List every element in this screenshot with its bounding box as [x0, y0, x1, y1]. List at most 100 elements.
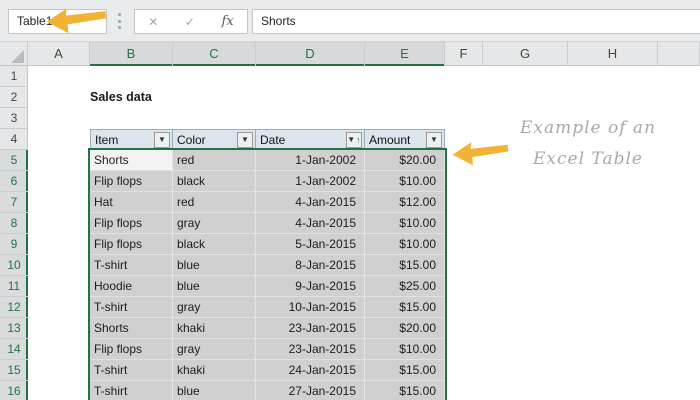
- cell[interactable]: Flip flops: [90, 339, 173, 360]
- cancel-icon[interactable]: ✕: [148, 15, 158, 29]
- row-header-10[interactable]: 10: [0, 255, 28, 276]
- table-row: T-shirtgray10-Jan-2015$15.00: [90, 297, 445, 318]
- name-box[interactable]: Table1: [8, 9, 107, 34]
- cell[interactable]: T-shirt: [90, 255, 173, 276]
- row-header-7[interactable]: 7: [0, 192, 28, 213]
- cell[interactable]: red: [173, 150, 256, 171]
- cell[interactable]: blue: [173, 255, 256, 276]
- row-header-15[interactable]: 15: [0, 360, 28, 381]
- row-header-4[interactable]: 4: [0, 129, 28, 150]
- cell[interactable]: T-shirt: [90, 360, 173, 381]
- cell[interactable]: Flip flops: [90, 171, 173, 192]
- table-row: Flip flopsgray23-Jan-2015$10.00: [90, 339, 445, 360]
- cell[interactable]: $20.00: [365, 150, 445, 171]
- cell[interactable]: $15.00: [365, 255, 445, 276]
- row-header-2[interactable]: 2: [0, 87, 28, 108]
- table-row: T-shirtblue27-Jan-2015$15.00: [90, 381, 445, 400]
- cell[interactable]: $10.00: [365, 339, 445, 360]
- cell[interactable]: 9-Jan-2015: [256, 276, 365, 297]
- corner-triangle-icon: [11, 50, 24, 63]
- cell[interactable]: red: [173, 192, 256, 213]
- cell-sales-data-title[interactable]: Sales data: [90, 87, 152, 108]
- column-header-c[interactable]: C: [173, 42, 256, 66]
- cell[interactable]: Flip flops: [90, 213, 173, 234]
- cell[interactable]: blue: [173, 276, 256, 297]
- cell[interactable]: $25.00: [365, 276, 445, 297]
- cell[interactable]: Hoodie: [90, 276, 173, 297]
- cell[interactable]: 1-Jan-2002: [256, 150, 365, 171]
- cell[interactable]: black: [173, 234, 256, 255]
- enter-icon[interactable]: ✓: [185, 15, 195, 29]
- filter-button-item[interactable]: ▼: [154, 132, 170, 148]
- column-header-h[interactable]: H: [568, 42, 658, 66]
- cell[interactable]: $12.00: [365, 192, 445, 213]
- cell[interactable]: $10.00: [365, 234, 445, 255]
- sort-ascending-icon: ↑: [357, 136, 361, 145]
- cell[interactable]: 23-Jan-2015: [256, 318, 365, 339]
- table-header-color[interactable]: Color▼: [173, 129, 256, 150]
- cell[interactable]: Shorts: [90, 150, 173, 171]
- cell[interactable]: 8-Jan-2015: [256, 255, 365, 276]
- select-all-corner[interactable]: [0, 42, 28, 66]
- insert-function-icon[interactable]: fx: [222, 14, 234, 29]
- cell[interactable]: gray: [173, 297, 256, 318]
- column-header-b[interactable]: B: [90, 42, 173, 66]
- formula-bar-separator: [117, 13, 121, 29]
- cell[interactable]: 27-Jan-2015: [256, 381, 365, 400]
- cell[interactable]: gray: [173, 213, 256, 234]
- cell[interactable]: Hat: [90, 192, 173, 213]
- column-header-a[interactable]: A: [28, 42, 90, 66]
- table-row: T-shirtblue8-Jan-2015$15.00: [90, 255, 445, 276]
- cell[interactable]: T-shirt: [90, 297, 173, 318]
- filter-button-amount[interactable]: ▼: [426, 132, 442, 148]
- row-header-12[interactable]: 12: [0, 297, 28, 318]
- cell[interactable]: 1-Jan-2002: [256, 171, 365, 192]
- cell[interactable]: Flip flops: [90, 234, 173, 255]
- cell[interactable]: 4-Jan-2015: [256, 192, 365, 213]
- row-header-6[interactable]: 6: [0, 171, 28, 192]
- row-header-5[interactable]: 5: [0, 150, 28, 171]
- cell[interactable]: $15.00: [365, 297, 445, 318]
- column-header-f[interactable]: F: [445, 42, 483, 66]
- cell[interactable]: khaki: [173, 318, 256, 339]
- row-header-14[interactable]: 14: [0, 339, 28, 360]
- table-row: T-shirtkhaki24-Jan-2015$15.00: [90, 360, 445, 381]
- formula-input[interactable]: Shorts: [252, 9, 700, 34]
- cell[interactable]: blue: [173, 381, 256, 400]
- cell[interactable]: 4-Jan-2015: [256, 213, 365, 234]
- column-header-e[interactable]: E: [365, 42, 445, 66]
- cell[interactable]: gray: [173, 339, 256, 360]
- cell[interactable]: $20.00: [365, 318, 445, 339]
- cell[interactable]: 10-Jan-2015: [256, 297, 365, 318]
- cell[interactable]: $10.00: [365, 213, 445, 234]
- cell[interactable]: khaki: [173, 360, 256, 381]
- cell[interactable]: 5-Jan-2015: [256, 234, 365, 255]
- row-header-8[interactable]: 8: [0, 213, 28, 234]
- cell[interactable]: Shorts: [90, 318, 173, 339]
- column-header-g[interactable]: G: [483, 42, 568, 66]
- cell[interactable]: $10.00: [365, 171, 445, 192]
- cell[interactable]: 23-Jan-2015: [256, 339, 365, 360]
- table-header-label: Amount: [369, 133, 410, 147]
- row-header-9[interactable]: 9: [0, 234, 28, 255]
- table-header-amount[interactable]: Amount ▼: [365, 129, 445, 150]
- formula-bar-buttons: ✕ ✓ fx: [134, 9, 248, 34]
- cell[interactable]: 24-Jan-2015: [256, 360, 365, 381]
- filter-button-color[interactable]: ▼: [237, 132, 253, 148]
- row-header-16[interactable]: 16: [0, 381, 28, 400]
- cell[interactable]: $15.00: [365, 381, 445, 400]
- filter-dropdown-icon: ▼: [430, 136, 438, 144]
- cell[interactable]: $15.00: [365, 360, 445, 381]
- cell[interactable]: black: [173, 171, 256, 192]
- table-header-item[interactable]: Item▼: [90, 129, 173, 150]
- table-header-date[interactable]: Date▼↑: [256, 129, 365, 150]
- row-header-3[interactable]: 3: [0, 108, 28, 129]
- row-header-1[interactable]: 1: [0, 66, 28, 87]
- annotation-line-2: Excel Table: [500, 144, 676, 175]
- cell[interactable]: T-shirt: [90, 381, 173, 400]
- column-header-d[interactable]: D: [256, 42, 365, 66]
- filter-button-date[interactable]: ▼↑: [346, 132, 362, 148]
- filter-dropdown-icon: ▼: [158, 136, 166, 144]
- row-header-13[interactable]: 13: [0, 318, 28, 339]
- row-header-11[interactable]: 11: [0, 276, 28, 297]
